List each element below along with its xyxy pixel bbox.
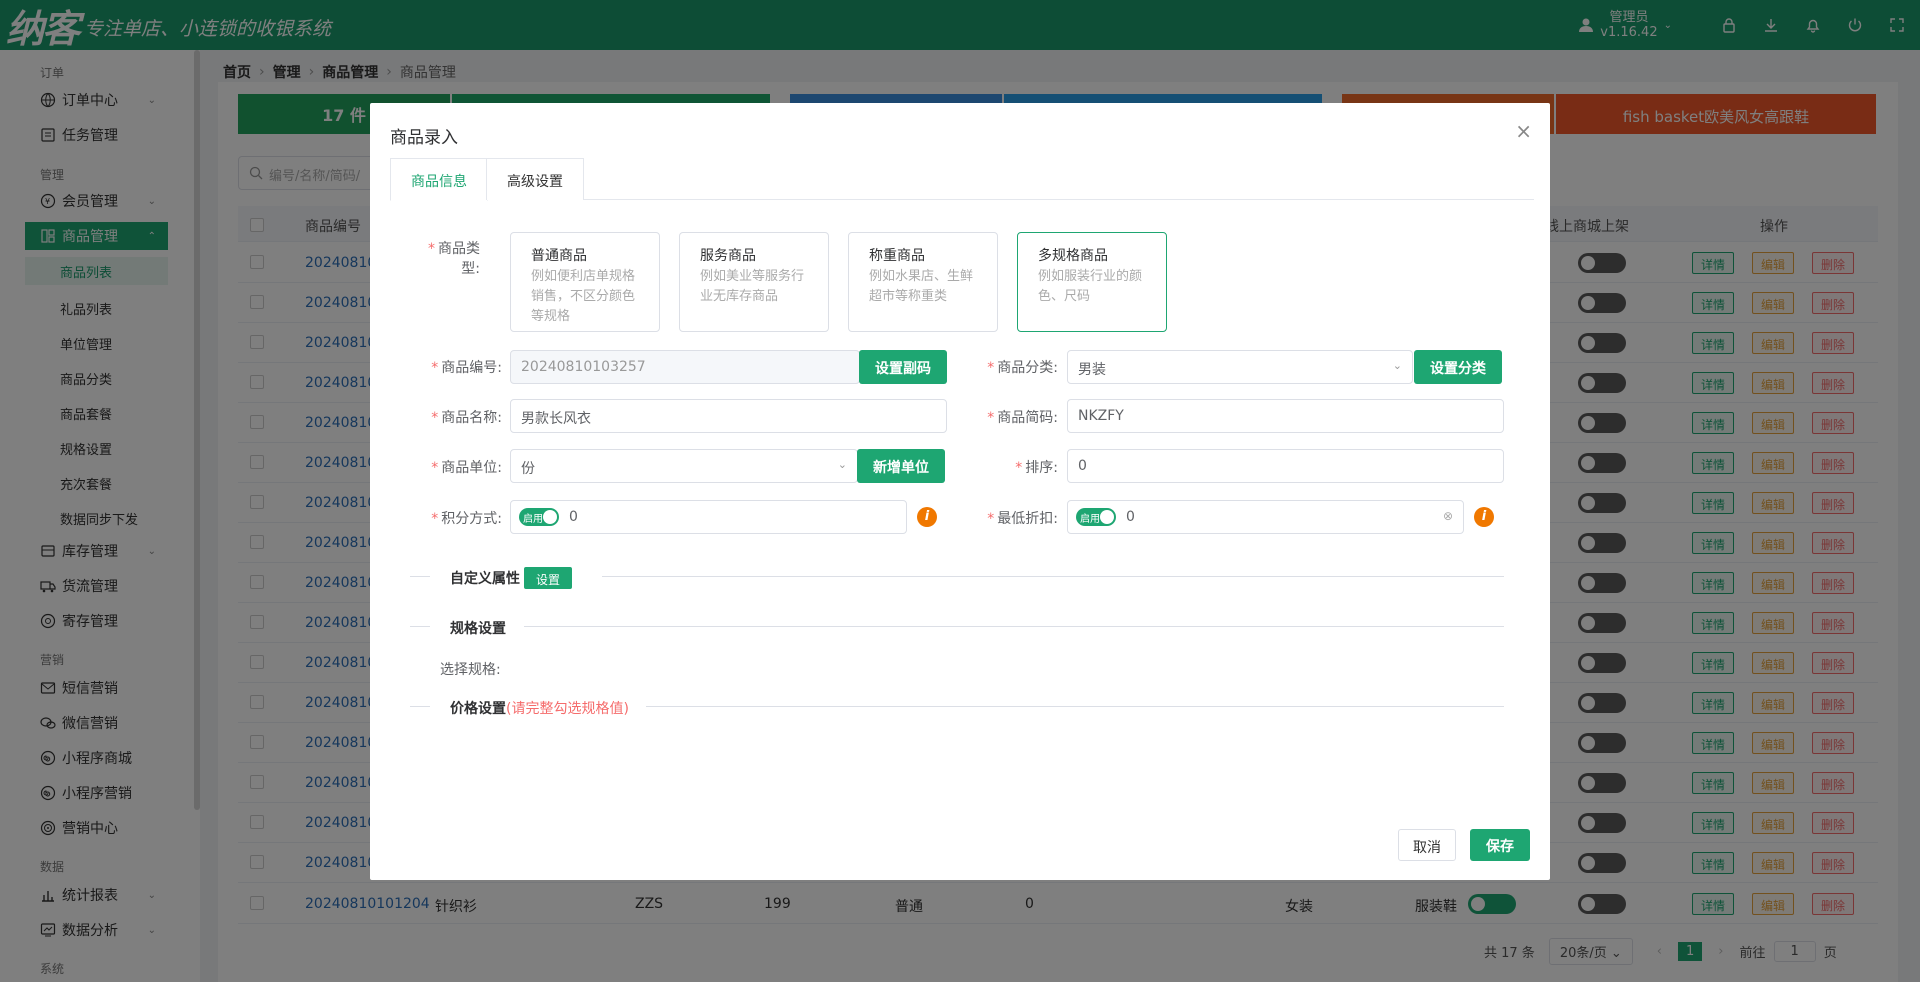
discount-value-input[interactable]: 0 xyxy=(1126,509,1135,525)
type-card-service[interactable]: 服务商品例如美业等服务行业无库存商品 xyxy=(679,232,829,332)
name-label: * 商品名称: xyxy=(431,410,502,426)
points-label-text: 积分方式: xyxy=(441,511,502,527)
type-title: 普通商品 xyxy=(531,248,587,264)
tab-advanced-settings[interactable]: 高级设置 xyxy=(486,158,584,200)
points-value-input[interactable]: 0 xyxy=(569,509,578,525)
divider xyxy=(410,706,430,707)
spec-select-label: 选择规格: xyxy=(440,662,501,678)
type-card-multi-spec[interactable]: 多规格商品例如服装行业的颜色、尺码 xyxy=(1017,232,1167,332)
type-title: 服务商品 xyxy=(700,248,756,264)
price-settings-text: 价格设置 xyxy=(450,701,506,717)
divider xyxy=(646,706,1504,707)
set-barcode-button[interactable]: 设置副码 xyxy=(859,350,947,384)
set-category-button[interactable]: 设置分类 xyxy=(1414,350,1502,384)
type-label-text: 商品类型: xyxy=(438,241,480,277)
type-desc: 例如美业等服务行业无库存商品 xyxy=(700,269,805,304)
category-label-text: 商品分类: xyxy=(997,360,1058,376)
price-settings-warning: (请完整勾选规格值) xyxy=(506,701,629,717)
type-card-normal[interactable]: 普通商品例如便利店单规格销售，不区分颜色等规格 xyxy=(510,232,660,332)
discount-label-text: 最低折扣: xyxy=(997,511,1058,527)
info-icon[interactable]: i xyxy=(1474,507,1494,527)
divider xyxy=(524,626,1504,627)
discount-label: * 最低折扣: xyxy=(987,511,1058,527)
discount-field: 启用 0 ⊗ xyxy=(1067,500,1464,534)
divider xyxy=(410,626,430,627)
category-label: * 商品分类: xyxy=(987,360,1058,376)
type-desc: 例如便利店单规格销售，不区分颜色等规格 xyxy=(531,269,636,324)
sort-label-text: 排序: xyxy=(1025,460,1058,476)
unit-label: * 商品单位: xyxy=(431,460,502,476)
name-input[interactable]: 男款长风衣 xyxy=(510,399,947,433)
type-desc: 例如水果店、生鲜超市等称重类 xyxy=(869,269,974,304)
type-title: 称重商品 xyxy=(869,248,925,264)
short-label-text: 商品简码: xyxy=(997,410,1058,426)
unit-label-text: 商品单位: xyxy=(441,460,502,476)
clear-icon[interactable]: ⊗ xyxy=(1443,509,1453,523)
type-desc: 例如服装行业的颜色、尺码 xyxy=(1038,269,1143,304)
code-input[interactable]: 20240810103257 xyxy=(510,350,860,384)
sort-input[interactable]: 0 xyxy=(1067,449,1504,483)
category-value: 男装 xyxy=(1078,362,1106,378)
dialog-title: 商品录入 xyxy=(390,128,458,148)
sort-label: * 排序: xyxy=(1015,460,1058,476)
code-label: * 商品编号: xyxy=(431,360,502,376)
short-label: * 商品简码: xyxy=(987,410,1058,426)
custom-attr-set-button[interactable]: 设置 xyxy=(524,567,573,589)
points-enable-switch[interactable]: 启用 xyxy=(519,508,559,526)
type-card-weighing[interactable]: 称重商品例如水果店、生鲜超市等称重类 xyxy=(848,232,998,332)
product-entry-dialog: 商品录入 × 商品信息 高级设置 * 商品类型: 普通商品例如便利店单规格销售，不… xyxy=(370,103,1550,880)
price-settings-title: 价格设置(请完整勾选规格值) xyxy=(450,698,629,718)
custom-attr-title: 自定义属性 xyxy=(450,571,520,587)
category-select[interactable]: 男装 ⌄ xyxy=(1067,350,1413,384)
points-label: * 积分方式: xyxy=(431,511,502,527)
type-label: * 商品类型: xyxy=(428,241,480,277)
cancel-button[interactable]: 取消 xyxy=(1398,829,1456,861)
name-label-text: 商品名称: xyxy=(441,410,502,426)
unit-value: 份 xyxy=(521,461,535,477)
tab-product-info[interactable]: 商品信息 xyxy=(390,158,488,201)
chevron-down-icon: ⌄ xyxy=(1392,359,1402,372)
divider xyxy=(410,576,430,577)
save-button[interactable]: 保存 xyxy=(1470,829,1530,861)
close-icon[interactable]: × xyxy=(1515,119,1532,143)
dialog-tabs: 商品信息 高级设置 xyxy=(390,158,1534,201)
info-icon[interactable]: i xyxy=(917,507,937,527)
divider xyxy=(602,576,1504,577)
type-title: 多规格商品 xyxy=(1038,248,1108,264)
unit-select[interactable]: 份 ⌄ xyxy=(510,449,858,483)
add-unit-button[interactable]: 新增单位 xyxy=(857,449,945,483)
spec-settings-title: 规格设置 xyxy=(450,621,506,637)
chevron-down-icon: ⌄ xyxy=(837,458,847,471)
points-field: 启用 0 xyxy=(510,500,907,534)
discount-enable-switch[interactable]: 启用 xyxy=(1076,508,1116,526)
code-label-text: 商品编号: xyxy=(441,360,502,376)
short-code-input[interactable]: NKZFY xyxy=(1067,399,1504,433)
